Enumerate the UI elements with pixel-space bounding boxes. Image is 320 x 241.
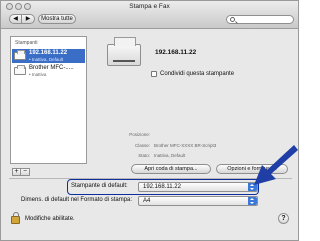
search-icon: [230, 17, 235, 22]
lock-icon[interactable]: [11, 212, 20, 224]
show-all-button[interactable]: Mostra tutte: [38, 14, 76, 24]
help-button[interactable]: ?: [278, 213, 289, 224]
default-paper-size-value: A4: [143, 198, 151, 204]
add-printer-button[interactable]: +: [12, 168, 21, 176]
remove-printer-button[interactable]: −: [21, 168, 30, 176]
printer-name: 192.168.11.22: [29, 50, 68, 56]
forward-button[interactable]: ▶: [22, 14, 35, 24]
printer-list-item[interactable]: Brother MFC-..... • Inattiva: [12, 64, 85, 78]
title-bar: Stampa e Fax ◀ ▶ Mostra tutte: [1, 1, 298, 29]
forward-arrow-icon: ▶: [25, 16, 31, 22]
printer-status: • Inattiva: [29, 72, 47, 77]
printer-name: Brother MFC-.....: [29, 65, 74, 71]
status-label: Stato:: [138, 153, 150, 158]
back-button[interactable]: ◀: [9, 14, 22, 24]
printer-list: Stampanti 192.168.11.22 • Inattiva, Defa…: [10, 36, 87, 164]
selected-printer-name: 192.168.11.22: [155, 49, 197, 56]
popup-arrows-icon: [248, 197, 257, 205]
callout-highlight-ring: [67, 179, 259, 195]
printer-list-header: Stampanti: [15, 40, 38, 46]
status-value: Inattiva, Default: [154, 153, 186, 158]
default-paper-size-label: Dimens. di default nel Formato di stampa…: [21, 197, 133, 203]
search-field[interactable]: [226, 15, 294, 24]
default-paper-size-popup[interactable]: A4: [138, 196, 258, 206]
class-label: Classe:: [134, 143, 150, 148]
print-fax-window: Stampa e Fax ◀ ▶ Mostra tutte Stampanti …: [0, 0, 299, 241]
share-printer-label[interactable]: Condividi questa stampante: [160, 71, 234, 77]
back-arrow-icon: ◀: [13, 16, 18, 22]
printer-icon: [14, 50, 26, 60]
lock-status-label: Modifiche abilitate.: [25, 216, 75, 222]
printer-list-item-selected[interactable]: 192.168.11.22 • Inattiva, Default: [12, 49, 85, 63]
class-value: Brother MFC-XXXX BR-Script3: [154, 143, 217, 148]
open-print-queue-button[interactable]: Apri coda di stampa...: [131, 164, 211, 174]
callout-arrow-icon: [254, 145, 298, 185]
printer-icon: [14, 65, 26, 75]
location-label: Posizione:: [129, 132, 150, 137]
printer-status: • Inattiva, Default: [29, 57, 64, 62]
printer-large-icon: [107, 37, 141, 66]
window-title: Stampa e Fax: [129, 3, 170, 10]
share-printer-checkbox[interactable]: [151, 71, 157, 77]
